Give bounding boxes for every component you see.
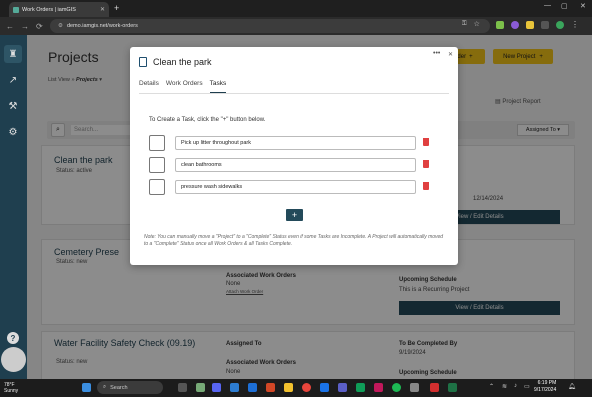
- task-instruction: To Create a Task, click the "+" button b…: [149, 117, 266, 123]
- app-icon[interactable]: [230, 383, 239, 392]
- task-checkbox[interactable]: [149, 179, 165, 195]
- file-explorer-icon[interactable]: [284, 383, 293, 392]
- windows-start-icon[interactable]: [82, 383, 91, 392]
- task-row: clean bathrooms: [149, 157, 434, 173]
- reload-icon[interactable]: ⟳: [36, 22, 43, 31]
- taskbar-clock[interactable]: 6:19 PM 9/17/2024: [534, 380, 556, 394]
- password-icon[interactable]: ⚿: [462, 21, 467, 28]
- tab-details[interactable]: Details: [139, 80, 159, 93]
- app-icon[interactable]: [356, 383, 365, 392]
- app-icon[interactable]: [338, 383, 347, 392]
- weather-widget[interactable]: 78°F Sunny: [4, 382, 18, 394]
- trash-icon[interactable]: [423, 182, 429, 190]
- search-icon: ⌕: [103, 384, 107, 390]
- app-icon[interactable]: [212, 383, 221, 392]
- wrench-icon[interactable]: ⚒: [4, 97, 22, 115]
- maximize-icon[interactable]: ▢: [561, 2, 568, 10]
- spotify-icon[interactable]: [392, 383, 401, 392]
- more-options-icon[interactable]: •••: [433, 50, 440, 57]
- taskbar: 78°F Sunny ⌕ Search ⌃ ≋ ♪ ▭ 6:19 PM 9/17…: [0, 379, 592, 397]
- extensions-puzzle-icon[interactable]: [541, 20, 549, 29]
- volume-icon[interactable]: ♪: [514, 383, 517, 389]
- address-bar[interactable]: ⚙ demo.iamgis.net/work-orders: [50, 19, 490, 33]
- chrome-icon[interactable]: [302, 383, 311, 392]
- logo-icon[interactable]: ♜: [4, 45, 22, 63]
- url-text: demo.iamgis.net/work-orders: [66, 23, 138, 29]
- app-icon[interactable]: [248, 383, 257, 392]
- tab-title: Work Orders | iamGIS: [22, 6, 76, 13]
- bookmark-star-icon[interactable]: ☆: [474, 20, 480, 28]
- modal-title: Clean the park: [153, 57, 212, 67]
- tasks-note: Note: You can manually move a "Project" …: [144, 234, 444, 247]
- app-icon[interactable]: [196, 383, 205, 392]
- back-icon[interactable]: ←: [6, 22, 14, 31]
- task-view-icon[interactable]: [178, 383, 187, 392]
- task-input[interactable]: clean bathrooms: [175, 158, 416, 172]
- modal-tabs: Details Work Orders Tasks: [139, 80, 449, 94]
- trash-icon[interactable]: [423, 138, 429, 146]
- task-row: pressure wash sidewalks: [149, 179, 434, 195]
- app-icon[interactable]: [410, 383, 419, 392]
- close-icon[interactable]: ✕: [448, 51, 453, 58]
- extension-icon[interactable]: [496, 20, 504, 29]
- analytics-icon[interactable]: ↗: [4, 71, 22, 89]
- task-checkbox[interactable]: [149, 157, 165, 173]
- profile-avatar[interactable]: [556, 20, 564, 29]
- task-input[interactable]: Pick up litter throughout park: [175, 136, 416, 150]
- browser-tabstrip: Work Orders | iamGIS ✕ + — ▢ ✕: [0, 0, 592, 17]
- extension-icon[interactable]: [511, 20, 519, 29]
- task-input[interactable]: pressure wash sidewalks: [175, 180, 416, 194]
- app-icon[interactable]: [374, 383, 383, 392]
- extension-icon[interactable]: [526, 20, 534, 29]
- taskbar-search[interactable]: ⌕ Search: [97, 381, 163, 394]
- forward-icon[interactable]: →: [21, 22, 29, 31]
- close-window-icon[interactable]: ✕: [580, 2, 586, 10]
- site-info-icon[interactable]: ⚙: [58, 23, 63, 29]
- battery-icon[interactable]: ▭: [524, 383, 530, 390]
- minimize-icon[interactable]: —: [544, 2, 551, 9]
- tab-tasks[interactable]: Tasks: [209, 80, 227, 93]
- add-task-button[interactable]: +: [286, 209, 303, 221]
- app-icon[interactable]: [266, 383, 275, 392]
- close-tab-icon[interactable]: ✕: [100, 6, 105, 13]
- wifi-icon[interactable]: ≋: [502, 383, 507, 390]
- acrobat-icon[interactable]: [430, 383, 439, 392]
- trash-icon[interactable]: [423, 160, 429, 168]
- excel-icon[interactable]: [448, 383, 457, 392]
- document-icon: [139, 57, 147, 67]
- tab-favicon-icon: [13, 6, 19, 13]
- user-avatar[interactable]: [1, 347, 26, 372]
- tab-work-orders[interactable]: Work Orders: [166, 80, 203, 93]
- tray-chevron-icon[interactable]: ⌃: [489, 383, 494, 390]
- notification-bell-icon[interactable]: 🔔︎: [568, 383, 576, 390]
- network-icon[interactable]: ⚙: [4, 123, 22, 141]
- task-checkbox[interactable]: [149, 135, 165, 151]
- address-actions: ⚿ ☆: [462, 20, 480, 29]
- project-modal: Clean the park ••• ✕ Details Work Orders…: [130, 47, 458, 265]
- app-icon[interactable]: [320, 383, 329, 392]
- help-icon[interactable]: ?: [7, 332, 19, 344]
- app-sidebar: ♜ ↗ ⚒ ⚙ ? ⚙: [0, 35, 27, 379]
- browser-tab[interactable]: Work Orders | iamGIS ✕: [9, 2, 109, 17]
- task-row: Pick up litter throughout park: [149, 135, 434, 151]
- extensions-bar: ⋮: [496, 20, 579, 29]
- new-tab-icon[interactable]: +: [114, 3, 119, 13]
- menu-kebab-icon[interactable]: ⋮: [571, 20, 579, 29]
